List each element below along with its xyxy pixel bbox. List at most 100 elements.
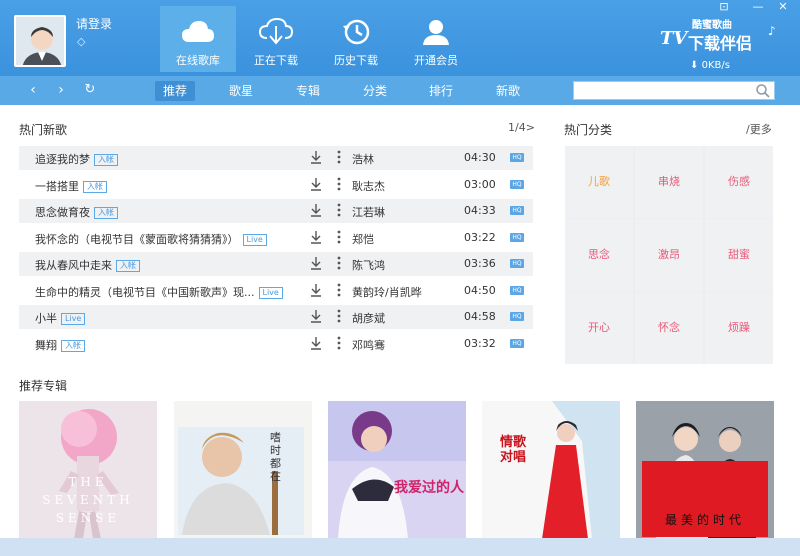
more-options-icon[interactable]	[337, 149, 341, 165]
tab-new-songs[interactable]: 新歌	[488, 81, 528, 101]
song-tag-badge: 入帐	[61, 339, 85, 352]
song-tag-badge: 入帐	[116, 260, 140, 272]
song-title[interactable]: 追逐我的梦 入帐	[35, 151, 118, 167]
song-row[interactable]: 小半 Live 胡彦斌 04:58 HQ	[19, 305, 533, 329]
album-cover[interactable]: 情歌对唱	[482, 401, 620, 539]
song-tag-badge: 入帐	[83, 180, 107, 193]
category-item[interactable]: 激昂	[635, 219, 703, 291]
song-duration: 03:36	[464, 257, 496, 270]
song-row[interactable]: 追逐我的梦 入帐 浩林 04:30 HQ	[19, 146, 533, 170]
song-row[interactable]: 我从春风中走来 入帐 陈飞鸿 03:36 HQ	[19, 252, 533, 276]
download-speed: ⬇ 0KB/s	[690, 60, 730, 71]
song-row[interactable]: 思念做育夜 入帐 江若琳 04:33 HQ	[19, 199, 533, 223]
hot-songs-pager[interactable]: 1/4>	[508, 121, 535, 134]
song-tag-badge: Live	[258, 286, 283, 299]
speed-value: 0KB/s	[701, 60, 730, 71]
song-title[interactable]: 一搭搭里 入帐	[35, 178, 107, 194]
song-title[interactable]: 生命中的精灵（电视节目《中国新歌声》现... Live	[35, 284, 283, 300]
category-item[interactable]: 烦躁	[705, 292, 773, 364]
song-artist[interactable]: 胡彦斌	[352, 310, 385, 326]
song-title[interactable]: 我从春风中走来 入帐	[35, 257, 140, 273]
album-cover[interactable]: 嗜时都在	[174, 401, 312, 539]
hot-songs-title: 热门新歌	[19, 123, 68, 137]
download-icon[interactable]	[309, 283, 323, 297]
song-artist[interactable]: 郑恺	[352, 231, 374, 247]
tab-categories[interactable]: 分类	[355, 81, 395, 101]
download-icon[interactable]	[309, 309, 323, 323]
category-item[interactable]: 思念	[565, 219, 633, 291]
album-title-text: 嗜时都在	[270, 431, 281, 483]
more-options-icon[interactable]	[337, 176, 341, 192]
song-artist[interactable]: 耿志杰	[352, 178, 385, 194]
download-icon[interactable]	[309, 150, 323, 164]
song-name-text: 生命中的精灵（电视节目《中国新歌声》现...	[35, 285, 255, 299]
hq-icon: HQ	[510, 338, 524, 348]
more-options-icon[interactable]	[337, 229, 341, 245]
more-options-icon[interactable]	[337, 335, 341, 351]
nav-online-library[interactable]: 在线歌库	[160, 6, 236, 72]
song-tag-badge: Live	[242, 233, 267, 246]
song-artist[interactable]: 黄韵玲/肖凯晔	[352, 284, 422, 300]
nav-vip[interactable]: 开通会员	[398, 6, 474, 72]
song-name-text: 思念做育夜	[35, 206, 90, 219]
song-title[interactable]: 我怀念的（电视节目《蒙面歌将猜猜猜》） Live	[35, 231, 267, 247]
download-icon[interactable]	[309, 336, 323, 350]
song-row[interactable]: 一搭搭里 入帐 耿志杰 03:00 HQ	[19, 173, 533, 197]
album-cover[interactable]: 最美的时代	[636, 401, 774, 539]
song-artist[interactable]: 浩林	[352, 151, 374, 167]
album-title-text: THE SEVENTH SENSE	[42, 475, 134, 525]
tab-albums[interactable]: 专辑	[288, 81, 328, 101]
category-grid: 儿歌 串烧 伤感 思念 激昂 甜蜜 开心 怀念 烦躁	[565, 146, 773, 364]
song-row[interactable]: 生命中的精灵（电视节目《中国新歌声》现... Live 黄韵玲/肖凯晔 04:50 HQ	[19, 279, 533, 303]
category-item[interactable]: 串烧	[635, 146, 703, 218]
category-item[interactable]: 怀念	[635, 292, 703, 364]
tab-recommend[interactable]: 推荐	[155, 81, 196, 101]
search-icon[interactable]	[755, 83, 771, 99]
tab-charts[interactable]: 排行	[421, 81, 461, 101]
hq-icon: HQ	[510, 285, 524, 295]
back-arrow-icon[interactable]: ‹	[24, 82, 42, 98]
song-tag-badge: 入帐	[94, 154, 118, 166]
refresh-icon[interactable]: ↻	[81, 82, 99, 97]
tab-singers[interactable]: 歌星	[221, 81, 261, 101]
album-cover[interactable]: THE SEVENTH SENSE	[19, 401, 157, 539]
song-artist[interactable]: 陈飞鸿	[352, 257, 385, 273]
nav-history[interactable]: 历史下载	[318, 6, 394, 72]
more-options-icon[interactable]	[337, 202, 341, 218]
login-link[interactable]: 请登录	[76, 15, 112, 32]
song-row[interactable]: 舞翔 入帐 邓鸣骞 03:32 HQ	[19, 332, 533, 356]
download-icon[interactable]	[309, 177, 323, 191]
history-icon	[343, 19, 370, 45]
download-icon[interactable]	[309, 230, 323, 244]
song-title[interactable]: 舞翔 入帐	[35, 337, 85, 353]
category-item[interactable]: 甜蜜	[705, 219, 773, 291]
song-title[interactable]: 思念做育夜 入帐	[35, 204, 118, 220]
forward-arrow-icon[interactable]: ›	[52, 82, 70, 98]
song-artist[interactable]: 江若琳	[352, 204, 385, 220]
nav-downloading[interactable]: 正在下载	[238, 6, 314, 72]
category-item[interactable]: 儿歌	[565, 146, 633, 218]
search-input[interactable]	[573, 81, 775, 100]
nav-label: 历史下载	[334, 54, 378, 67]
more-options-icon[interactable]	[337, 255, 341, 271]
music-note-icon: ♪	[768, 24, 776, 38]
avatar[interactable]	[14, 15, 66, 67]
categories-more-link[interactable]: /更多	[746, 121, 772, 137]
hq-icon: HQ	[510, 153, 524, 162]
song-duration: 04:50	[464, 283, 496, 297]
download-icon[interactable]	[309, 203, 323, 217]
hq-icon: HQ	[510, 232, 524, 242]
more-options-icon[interactable]	[337, 282, 341, 298]
category-item[interactable]: 伤感	[705, 146, 773, 218]
minimize-button[interactable]: —	[747, 0, 769, 14]
close-button[interactable]: ✕	[772, 0, 794, 14]
song-title[interactable]: 小半 Live	[35, 310, 86, 326]
nav-label: 正在下载	[254, 54, 298, 67]
album-cover[interactable]: 我爱过的人	[328, 401, 466, 539]
category-item[interactable]: 开心	[565, 292, 633, 364]
song-artist[interactable]: 邓鸣骞	[352, 337, 385, 353]
more-options-icon[interactable]	[337, 308, 341, 324]
download-icon[interactable]	[309, 256, 323, 270]
song-row[interactable]: 我怀念的（电视节目《蒙面歌将猜猜猜》） Live 郑恺 03:22 HQ	[19, 226, 533, 250]
skin-button[interactable]: ⊡	[713, 0, 735, 14]
